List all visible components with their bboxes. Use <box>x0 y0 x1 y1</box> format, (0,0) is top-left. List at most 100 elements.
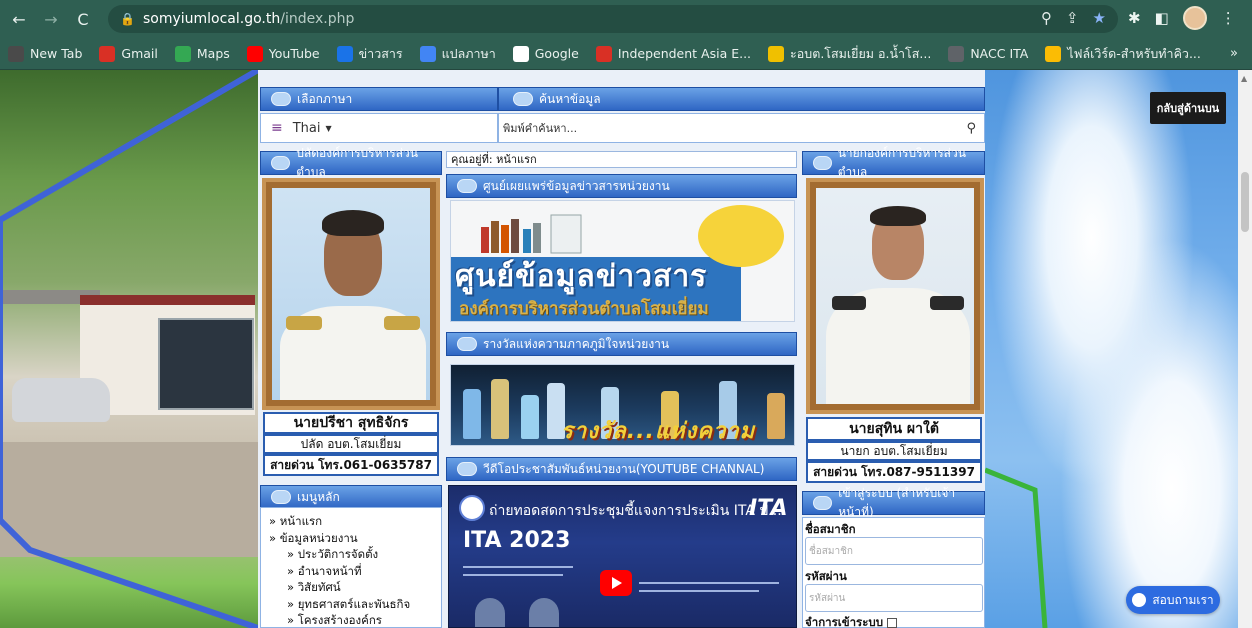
bookmark-item[interactable]: Independent Asia E... <box>595 45 751 62</box>
menu-item[interactable]: » ข้อมูลหน่วยงาน <box>269 530 433 547</box>
bookmark-label: Gmail <box>121 46 158 61</box>
bookmark-label: ะอบต.โสมเยี่ยม อ.น้ำโส... <box>790 45 932 61</box>
speaker-photo <box>475 598 505 627</box>
text-line <box>463 566 573 568</box>
epaulette <box>930 296 964 310</box>
text-line <box>463 574 563 576</box>
ask-us-label: สอบถามเรา <box>1152 592 1214 607</box>
bookmarks-more-icon[interactable]: » <box>1230 46 1238 61</box>
epaulette <box>384 316 420 330</box>
trophy-icon <box>491 379 509 439</box>
globe-icon <box>271 156 291 170</box>
language-current: Thai <box>292 120 321 136</box>
awards-banner-text: รางวัล...แห่งความภาคภูมิใจ <box>561 419 756 444</box>
address-bar[interactable]: 🔒 somyiumlocal.go.th/index.php ⚲ ⇪ ★ <box>108 5 1118 33</box>
trophy-icon <box>521 395 539 439</box>
search-icon[interactable]: ⚲ <box>966 121 976 136</box>
channel-avatar[interactable] <box>459 495 485 521</box>
background-photo-left <box>0 70 258 628</box>
bookmark-favicon-icon <box>512 45 529 62</box>
awards-banner[interactable]: รางวัล...แห่งความภาคภูมิใจ <box>450 364 795 446</box>
menu-item[interactable]: » ประวัติการจัดตั้ง <box>269 546 433 563</box>
bookmark-favicon-icon <box>246 45 263 62</box>
search-input[interactable]: พิมพ์คำค้นหา... ⚲ <box>498 113 985 143</box>
play-button-icon[interactable] <box>600 570 632 596</box>
ita-2023-text: ITA 2023 <box>463 528 571 553</box>
decorative-frame-line <box>0 70 258 628</box>
language-header: เลือกภาษา <box>260 87 498 111</box>
bookmark-item[interactable]: ข่าวสาร <box>336 44 403 64</box>
menu-item[interactable]: » โครงสร้างองค์กร <box>269 612 433 628</box>
reload-icon[interactable]: C <box>70 6 96 32</box>
globe-icon <box>457 337 477 351</box>
bookmark-item[interactable]: แปลภาษา <box>419 44 496 64</box>
bookmark-star-icon[interactable]: ★ <box>1093 9 1106 27</box>
menu-item[interactable]: » หน้าแรก <box>269 513 433 530</box>
globe-icon <box>457 462 477 476</box>
web-page: ▲ กลับสู่ด้านบน สอบถามเรา เลือกภาษา ≡ Th… <box>0 70 1252 628</box>
hair <box>322 210 384 236</box>
back-icon[interactable]: ← <box>6 6 32 32</box>
bookmark-label: ไฟล์เวิร์ด-สำหรับทำคิว... <box>1067 45 1201 61</box>
password-input[interactable]: รหัสผ่าน <box>805 584 983 612</box>
language-selector[interactable]: ≡ Thai ▼ <box>260 113 498 143</box>
main-menu-header: เมนูหลัก <box>260 485 442 509</box>
bookmark-item[interactable]: ะอบต.โสมเยี่ยม อ.น้ำโส... <box>768 44 931 64</box>
youtube-video-player[interactable]: ถ่ายทอดสดการประชุมชี้แจงการประเมิน ITA ป… <box>448 485 797 628</box>
info-center-header: ศูนย์เผยแพร่ข้อมูลข่าวสารหน่วยงาน <box>446 174 797 198</box>
bookmark-item[interactable]: YouTube <box>246 45 320 62</box>
bookmark-favicon-icon <box>948 45 965 62</box>
back-to-top-button[interactable]: กลับสู่ด้านบน <box>1150 92 1226 124</box>
zoom-icon[interactable]: ⚲ <box>1041 9 1052 27</box>
hamburger-icon: ≡ <box>271 120 283 136</box>
menu-item[interactable]: » ยุทธศาสตร์และพันธกิจ <box>269 596 433 613</box>
username-label: ชื่อสมาชิก <box>805 522 856 536</box>
extensions-icon[interactable]: ✱ <box>1128 9 1141 27</box>
bookmark-favicon-icon <box>8 45 24 62</box>
video-title[interactable]: ถ่ายทอดสดการประชุมชี้แจงการประเมิน ITA ป… <box>489 500 782 522</box>
scroll-up-icon[interactable]: ▲ <box>1241 74 1247 83</box>
info-center-banner[interactable]: ศูนย์ข้อมูลข่าวสาร องค์การบริหารส่วนตำบล… <box>450 200 795 322</box>
left-official-header-label: ปลัดองค์การบริหารส่วนตำบล <box>296 146 418 179</box>
bookmark-item[interactable]: Google <box>512 45 579 62</box>
main-menu: » หน้าแรก» ข้อมูลหน่วยงาน» ประวัติการจัด… <box>260 507 442 628</box>
right-official-photo <box>806 178 984 414</box>
bookmarks-bar: New Tab Gmail Maps YouTube ข่าวสาร แปลภาษา Goo… <box>0 38 1252 70</box>
search-header-label: ค้นหาข้อมูล <box>539 91 601 106</box>
bookmark-label: NACC ITA <box>970 46 1029 61</box>
forward-icon[interactable]: → <box>38 6 64 32</box>
left-official-name: นายปรีชา สุทธิจักร <box>263 412 439 434</box>
search-header: ค้นหาข้อมูล <box>498 87 985 111</box>
bookmark-label: Google <box>534 46 579 61</box>
login-form: ชื่อสมาชิก ชื่อสมาชิก รหัสผ่าน รหัสผ่าน … <box>802 517 985 628</box>
scroll-thumb[interactable] <box>1241 172 1249 232</box>
remember-me[interactable]: จำการเข้าระบบ <box>805 615 982 628</box>
menu-item[interactable]: » วิสัยทัศน์ <box>269 579 433 596</box>
globe-icon <box>513 92 533 106</box>
bookmark-item[interactable]: ไฟล์เวิร์ด-สำหรับทำคิว... <box>1045 44 1201 64</box>
language-header-label: เลือกภาษา <box>297 91 353 106</box>
profile-avatar[interactable] <box>1182 6 1207 30</box>
bookmark-label: ข่าวสาร <box>358 45 403 61</box>
bookmark-item[interactable]: Maps <box>174 45 230 62</box>
bookmark-favicon-icon <box>99 45 116 62</box>
share-icon[interactable]: ⇪ <box>1066 9 1079 27</box>
right-official-name: นายสุทิน ผาใต้ <box>806 417 982 441</box>
side-panel-icon[interactable]: ◧ <box>1155 9 1169 27</box>
bookmark-favicon-icon <box>419 45 436 62</box>
main-menu-header-label: เมนูหลัก <box>297 489 340 504</box>
bookmark-item[interactable]: Gmail <box>99 45 158 62</box>
right-official-header-label: นายกองค์การบริหารส่วนตำบล <box>837 146 966 179</box>
epaulette <box>832 296 866 310</box>
password-label: รหัสผ่าน <box>805 569 847 583</box>
globe-icon <box>271 92 291 106</box>
page-scrollbar[interactable]: ▲ <box>1238 70 1252 628</box>
remember-checkbox[interactable] <box>887 618 897 628</box>
username-input[interactable]: ชื่อสมาชิก <box>805 537 983 565</box>
globe-icon <box>813 496 833 510</box>
ask-us-button[interactable]: สอบถามเรา <box>1126 586 1220 614</box>
menu-item[interactable]: » อำนาจหน้าที่ <box>269 563 433 580</box>
bookmark-item[interactable]: New Tab <box>8 45 82 62</box>
bookmark-item[interactable]: NACC ITA <box>948 45 1029 62</box>
menu-kebab-icon[interactable]: ⋮ <box>1221 9 1236 27</box>
